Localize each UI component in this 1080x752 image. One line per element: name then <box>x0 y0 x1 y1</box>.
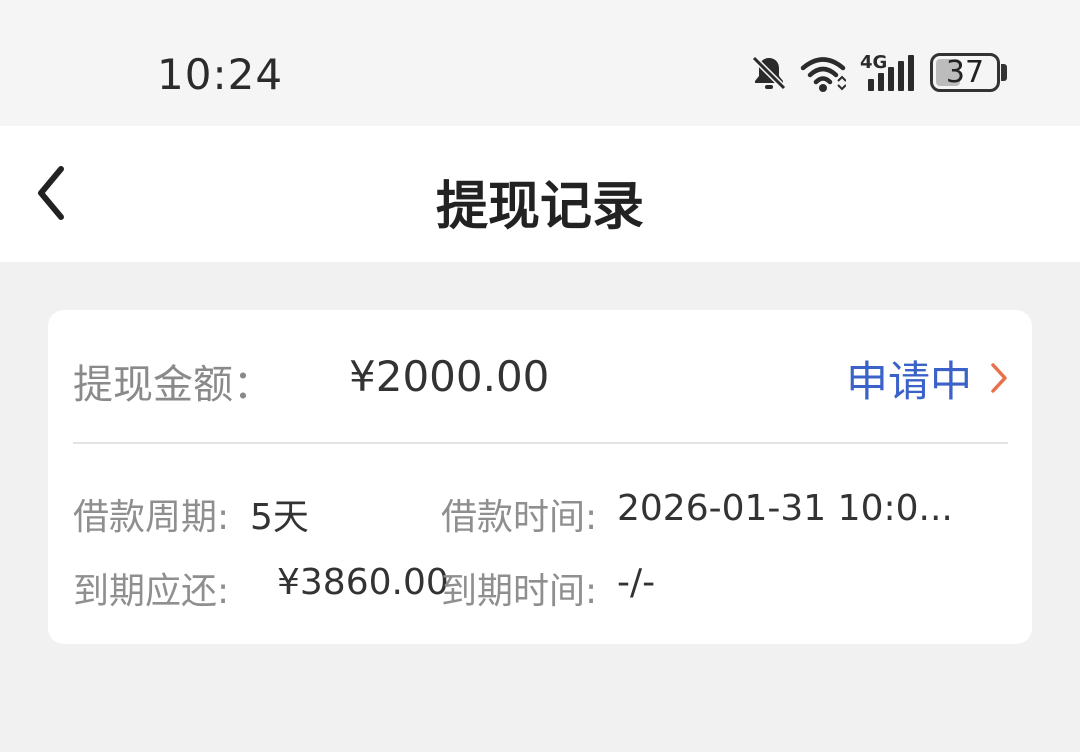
loan-time-label: 借款时间: <box>441 497 598 538</box>
amount-value: ¥2000.00 <box>349 352 550 401</box>
battery-level: 37 <box>945 55 985 90</box>
chevron-right-icon <box>988 361 1010 395</box>
status-bar: 10:24 4G 37 <box>0 0 1080 126</box>
bell-muted-icon <box>751 55 787 91</box>
nav-bar: 提现记录 <box>0 126 1080 262</box>
battery-icon: 37 <box>930 53 1000 92</box>
due-amount-label: 到期应还: <box>73 571 230 612</box>
divider <box>73 442 1008 444</box>
battery-tip <box>1001 64 1007 81</box>
amount-label: 提现金额： <box>73 362 273 408</box>
amount-row: 提现金额： ¥2000.00 申请中 <box>73 350 1010 408</box>
due-amount-value: ¥3860.00 <box>277 562 449 603</box>
due-time-label: 到期时间: <box>441 571 598 612</box>
status-time: 10:24 <box>157 50 284 99</box>
status-badge: 申请中 <box>845 356 972 406</box>
signal-icon <box>868 55 914 91</box>
status-link[interactable]: 申请中 <box>846 350 1010 406</box>
loan-time-value: 2026-01-31 10:0... <box>617 488 953 529</box>
loan-period-value: 5天 <box>250 497 309 538</box>
loan-period-label: 借款周期: <box>73 497 230 538</box>
withdrawal-record-card[interactable]: 提现金额： ¥2000.00 申请中 借款周期: 5天 借款时间: 2026-0… <box>48 310 1032 644</box>
page-title: 提现记录 <box>435 177 644 237</box>
due-time-value: -/- <box>617 562 656 603</box>
wifi-icon <box>800 57 846 92</box>
